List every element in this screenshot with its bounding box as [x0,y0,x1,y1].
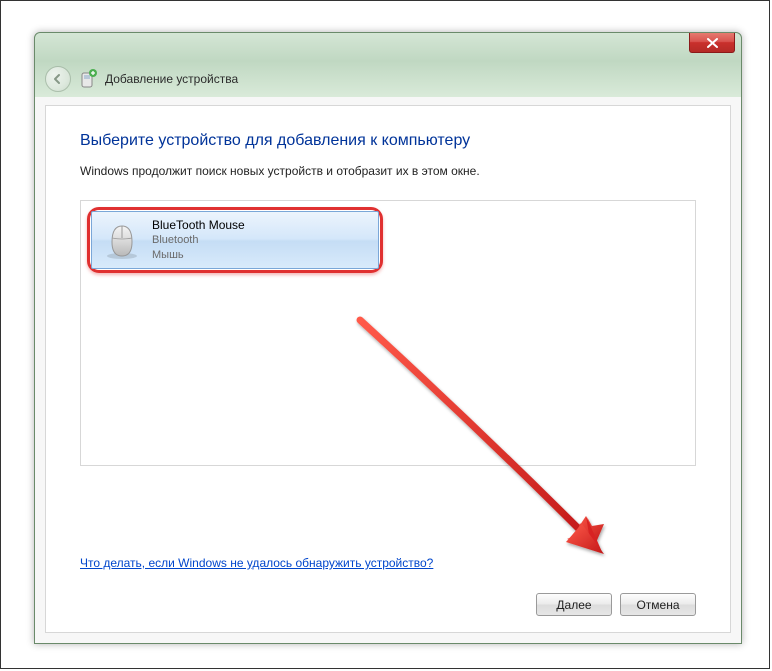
help-link[interactable]: Что делать, если Windows не удалось обна… [80,556,433,570]
next-button[interactable]: Далее [536,593,612,616]
annotation-highlight: BlueTooth Mouse Bluetooth Мышь [87,207,383,273]
device-category: Мышь [152,248,245,263]
close-icon [707,38,718,48]
device-type: Bluetooth [152,233,245,248]
cancel-button[interactable]: Отмена [620,593,696,616]
titlebar[interactable] [35,33,741,61]
nav-bar: Добавление устройства [35,61,741,97]
device-name: BlueTooth Mouse [152,217,245,233]
device-item-bluetooth-mouse[interactable]: BlueTooth Mouse Bluetooth Мышь [91,211,379,269]
button-row: Далее Отмена [536,593,696,616]
page-heading: Выберите устройство для добавления к ком… [80,132,696,150]
back-button[interactable] [45,66,71,92]
window-title: Добавление устройства [105,72,238,86]
dialog-window: Добавление устройства Выберите устройств… [34,32,742,644]
device-list: BlueTooth Mouse Bluetooth Мышь [80,200,696,466]
mouse-icon [100,218,144,262]
content-panel: Выберите устройство для добавления к ком… [45,105,731,633]
device-labels: BlueTooth Mouse Bluetooth Мышь [152,217,245,263]
arrow-left-icon [52,73,64,85]
close-button[interactable] [689,33,735,53]
add-device-icon [79,69,97,89]
page-subtext: Windows продолжит поиск новых устройств … [80,164,696,178]
